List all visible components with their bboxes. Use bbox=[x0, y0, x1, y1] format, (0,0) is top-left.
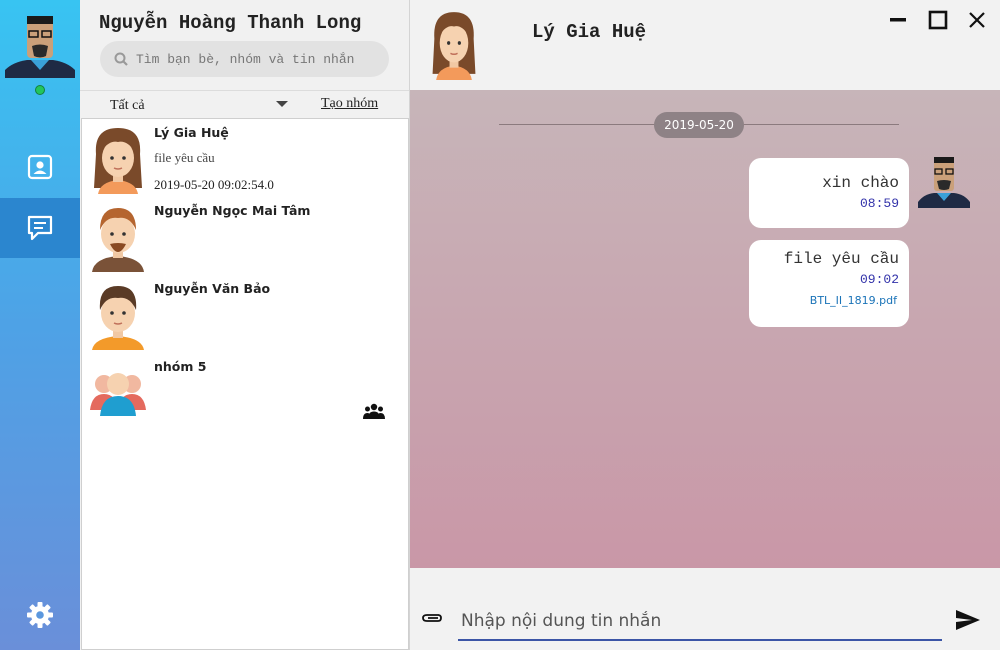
paperclip-icon[interactable] bbox=[420, 611, 444, 625]
composer bbox=[410, 568, 1000, 650]
contact-list: Lý Gia Huệ file yêu cầu 2019-05-20 09:02… bbox=[81, 118, 409, 650]
search-box[interactable] bbox=[100, 41, 389, 77]
search-input[interactable] bbox=[136, 51, 376, 67]
avatar bbox=[92, 208, 144, 272]
message-area: 2019-05-20 xin chào 08:59 file yêu cầu 0… bbox=[410, 90, 1000, 568]
nav-rail bbox=[0, 0, 80, 650]
chevron-down-icon bbox=[276, 101, 288, 107]
contact-item[interactable]: Lý Gia Huệ file yêu cầu 2019-05-20 09:02… bbox=[82, 119, 408, 197]
contact-name: Nguyễn Ngọc Mai Tâm bbox=[154, 203, 311, 218]
close-button[interactable] bbox=[965, 8, 989, 32]
gear-icon bbox=[27, 602, 53, 628]
user-name: Nguyễn Hoàng Thanh Long bbox=[99, 12, 362, 34]
search-icon bbox=[114, 52, 128, 66]
sender-avatar bbox=[918, 157, 970, 208]
attachment-link[interactable]: BTL_II_1819.pdf bbox=[759, 294, 897, 307]
peer-avatar[interactable] bbox=[429, 8, 479, 80]
filter-dropdown[interactable]: Tất cả bbox=[110, 96, 290, 114]
contact-panel: Nguyễn Hoàng Thanh Long Tất cả Tạo nhóm bbox=[80, 0, 410, 650]
group-avatar bbox=[90, 373, 146, 416]
message-bubble[interactable]: xin chào 08:59 bbox=[749, 158, 909, 228]
messages-nav-button[interactable] bbox=[0, 198, 80, 258]
messages-icon bbox=[27, 215, 53, 241]
date-badge: 2019-05-20 bbox=[654, 112, 744, 138]
message-text: xin chào bbox=[822, 174, 899, 192]
contact-name: Lý Gia Huệ bbox=[154, 125, 229, 140]
group-icon bbox=[363, 403, 385, 419]
filter-selected-value: Tất cả bbox=[110, 98, 145, 113]
filter-row: Tất cả Tạo nhóm bbox=[80, 90, 409, 118]
message-bubble[interactable]: file yêu cầu 09:02 BTL_II_1819.pdf bbox=[749, 240, 909, 327]
maximize-button[interactable] bbox=[926, 8, 950, 32]
message-input[interactable] bbox=[458, 603, 942, 641]
contacts-icon bbox=[27, 154, 53, 180]
online-status-indicator bbox=[35, 85, 45, 95]
contact-item[interactable]: Nguyễn Ngọc Mai Tâm bbox=[82, 197, 408, 275]
message-time: 09:02 bbox=[859, 272, 899, 287]
contact-name: nhóm 5 bbox=[154, 359, 207, 374]
avatar bbox=[92, 286, 144, 350]
contact-item[interactable]: nhóm 5 bbox=[82, 353, 408, 431]
chat-header: Lý Gia Huệ bbox=[410, 0, 1000, 90]
minimize-button[interactable] bbox=[886, 8, 910, 32]
avatar bbox=[94, 128, 142, 194]
contact-name: Nguyễn Văn Bảo bbox=[154, 281, 271, 296]
create-group-link[interactable]: Tạo nhóm bbox=[321, 96, 378, 112]
message-time: 08:59 bbox=[859, 196, 899, 211]
user-avatar[interactable] bbox=[5, 12, 75, 78]
settings-nav-button[interactable] bbox=[0, 585, 80, 645]
message-text: file yêu cầu bbox=[783, 250, 899, 268]
contact-item[interactable]: Nguyễn Văn Bảo bbox=[82, 275, 408, 353]
chat-peer-name: Lý Gia Huệ bbox=[532, 21, 647, 43]
contact-timestamp: 2019-05-20 09:02:54.0 bbox=[154, 177, 274, 192]
contact-last-message: file yêu cầu bbox=[154, 150, 215, 165]
send-icon[interactable] bbox=[954, 608, 982, 632]
contacts-nav-button[interactable] bbox=[0, 137, 80, 197]
